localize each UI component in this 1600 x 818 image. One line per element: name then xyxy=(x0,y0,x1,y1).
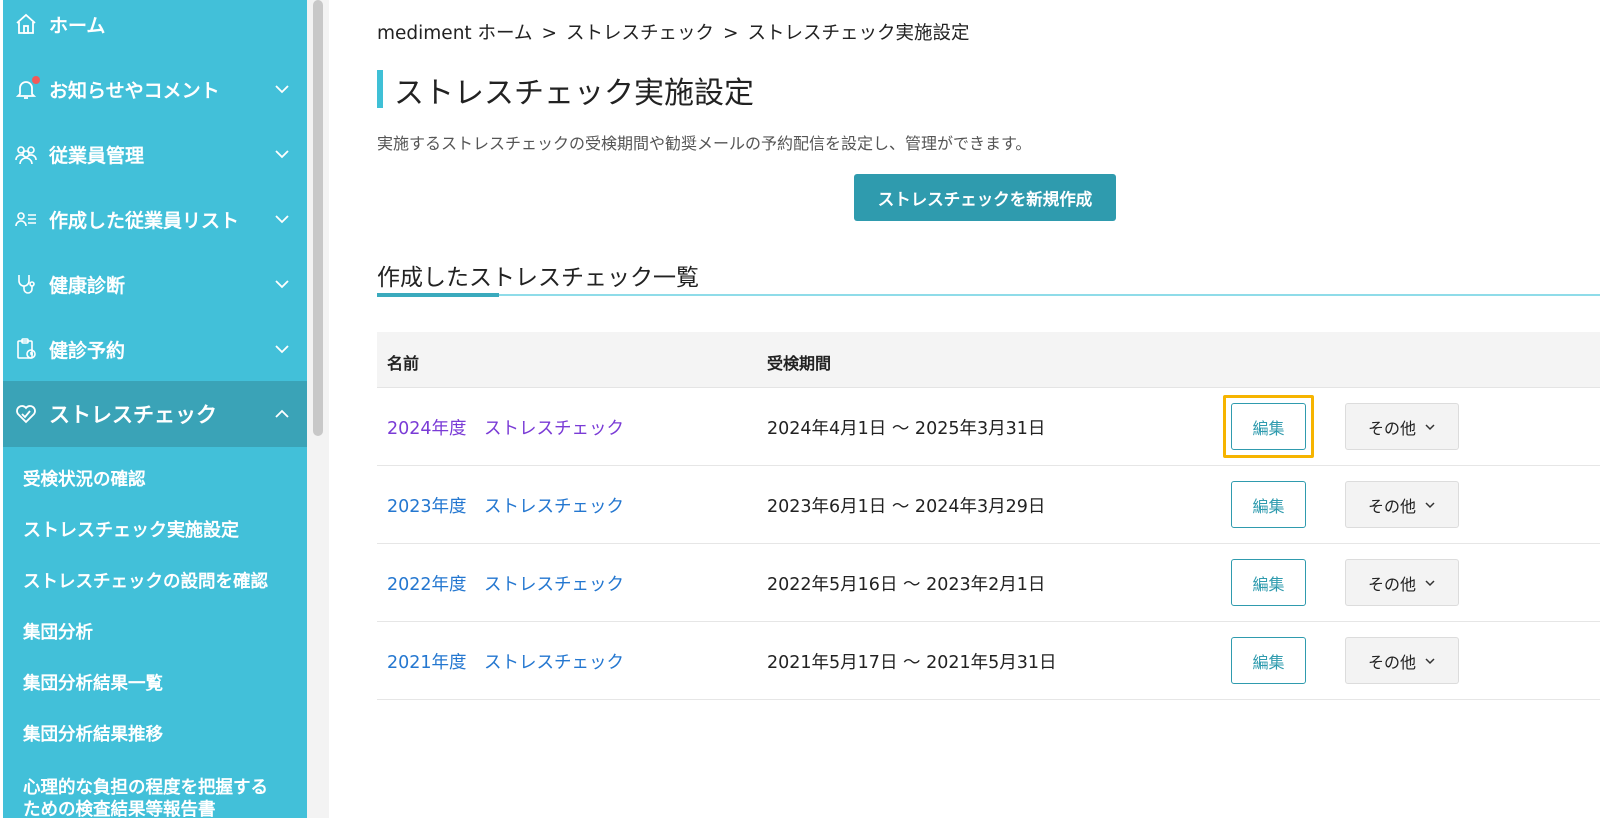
sidebar-item-home[interactable]: ホーム xyxy=(3,0,307,57)
exam-period: 2021年5月17日 〜 2021年5月31日 xyxy=(767,653,1057,673)
heart-icon xyxy=(13,401,39,427)
sub-item-group-analysis-results[interactable]: 集団分析結果一覧 xyxy=(23,673,163,695)
edit-button[interactable]: 編集 xyxy=(1231,559,1306,606)
sub-item-exam-status[interactable]: 受検状況の確認 xyxy=(23,469,146,491)
sub-item-report-line-1[interactable]: 心理的な負担の程度を把握する xyxy=(23,777,268,799)
more-dropdown-button[interactable]: その他 xyxy=(1345,481,1459,528)
sub-item-group-analysis[interactable]: 集団分析 xyxy=(23,622,93,644)
clipboard-icon xyxy=(13,336,39,362)
table-row: 2024年度 ストレスチェック 2024年4月1日 〜 2025年3月31日 編… xyxy=(377,388,1600,466)
sidebar-item-label: ホーム xyxy=(49,14,106,37)
sidebar-item-health-checkup[interactable]: 健康診断 xyxy=(3,251,307,317)
table-row: 2023年度 ストレスチェック 2023年6月1日 〜 2024年3月29日 編… xyxy=(377,466,1600,544)
notification-badge xyxy=(32,76,40,84)
sidebar-item-label: 作成した従業員リスト xyxy=(49,209,240,232)
column-header-name: 名前 xyxy=(387,354,420,373)
list-title: 作成したストレスチェック一覧 xyxy=(377,265,699,291)
sidebar-item-label: お知らせやコメント xyxy=(49,79,220,102)
sidebar-scrollbar-thumb[interactable] xyxy=(313,0,323,436)
more-dropdown-button[interactable]: その他 xyxy=(1345,559,1459,606)
more-dropdown-button[interactable]: その他 xyxy=(1345,637,1459,684)
breadcrumb-stress-check[interactable]: ストレスチェック xyxy=(566,23,714,44)
create-stress-check-button[interactable]: ストレスチェックを新規作成 xyxy=(854,174,1116,221)
list-title-underline-accent xyxy=(377,293,499,297)
edit-button[interactable]: 編集 xyxy=(1231,403,1306,450)
sidebar-item-employee-lists[interactable]: 作成した従業員リスト xyxy=(3,186,307,252)
chevron-down-icon xyxy=(1425,657,1435,664)
chevron-down-icon xyxy=(1425,501,1435,508)
edit-button[interactable]: 編集 xyxy=(1231,637,1306,684)
more-button-label: その他 xyxy=(1367,496,1416,516)
more-button-label: その他 xyxy=(1367,652,1416,672)
exam-period: 2023年6月1日 〜 2024年3月29日 xyxy=(767,497,1046,517)
list-title-underline xyxy=(377,294,1600,296)
breadcrumb-home[interactable]: mediment ホーム xyxy=(377,23,533,44)
stress-check-name-link[interactable]: 2023年度 ストレスチェック xyxy=(387,493,624,518)
sub-item-group-analysis-trend[interactable]: 集団分析結果推移 xyxy=(23,724,163,746)
chevron-down-icon xyxy=(275,85,289,94)
home-icon xyxy=(13,11,39,37)
stethoscope-icon xyxy=(13,271,39,297)
edit-button[interactable]: 編集 xyxy=(1231,481,1306,528)
sidebar-item-label: 健診予約 xyxy=(49,339,126,362)
more-button-label: その他 xyxy=(1367,574,1416,594)
table-header: 名前 受検期間 xyxy=(377,332,1600,388)
table-row: 2021年度 ストレスチェック 2021年5月17日 〜 2021年5月31日 … xyxy=(377,622,1600,700)
sidebar-item-label: 従業員管理 xyxy=(49,144,145,167)
more-dropdown-button[interactable]: その他 xyxy=(1345,403,1459,450)
breadcrumb-current: ストレスチェック実施設定 xyxy=(747,23,970,44)
chevron-down-icon xyxy=(275,345,289,354)
sidebar-item-label: 健康診断 xyxy=(49,274,126,297)
breadcrumb: mediment ホーム > ストレスチェック > ストレスチェック実施設定 xyxy=(377,19,970,45)
breadcrumb-separator: > xyxy=(723,23,739,44)
users-icon xyxy=(13,141,39,167)
sidebar-item-label: ストレスチェック xyxy=(49,403,217,427)
more-button-label: その他 xyxy=(1367,418,1416,438)
table-row: 2022年度 ストレスチェック 2022年5月16日 〜 2023年2月1日 編… xyxy=(377,544,1600,622)
chevron-down-icon xyxy=(275,150,289,159)
exam-period: 2022年5月16日 〜 2023年2月1日 xyxy=(767,575,1046,595)
chevron-down-icon xyxy=(275,280,289,289)
chevron-down-icon xyxy=(275,215,289,224)
bell-icon xyxy=(13,76,40,102)
sidebar: ホーム お知らせやコメント 従業員管理 作成した従業員リスト 健康診断 健診予約… xyxy=(3,0,307,818)
sidebar-item-stress-check[interactable]: ストレスチェック xyxy=(3,381,307,447)
page-title: ストレスチェック実施設定 xyxy=(394,76,754,111)
sub-item-check-questions[interactable]: ストレスチェックの設問を確認 xyxy=(23,571,268,593)
stress-check-name-link[interactable]: 2021年度 ストレスチェック xyxy=(387,649,624,674)
sidebar-item-notifications[interactable]: お知らせやコメント xyxy=(3,56,307,122)
title-accent-bar xyxy=(377,70,383,108)
chevron-down-icon xyxy=(1425,579,1435,586)
sidebar-item-employees[interactable]: 従業員管理 xyxy=(3,121,307,187)
sub-item-report-line-2[interactable]: ための検査結果等報告書 xyxy=(23,799,216,818)
chevron-down-icon xyxy=(1425,423,1435,430)
page-description: 実施するストレスチェックの受検期間や勧奨メールの予約配信を設定し、管理ができます… xyxy=(377,134,1032,153)
stress-check-name-link[interactable]: 2022年度 ストレスチェック xyxy=(387,571,624,596)
sub-item-stress-check-settings[interactable]: ストレスチェック実施設定 xyxy=(23,520,239,542)
user-list-icon xyxy=(13,206,39,232)
sidebar-item-checkup-reservation[interactable]: 健診予約 xyxy=(3,316,307,382)
column-header-period: 受検期間 xyxy=(767,354,832,373)
exam-period: 2024年4月1日 〜 2025年3月31日 xyxy=(767,419,1046,439)
chevron-up-icon xyxy=(275,409,289,418)
stress-check-name-link[interactable]: 2024年度 ストレスチェック xyxy=(387,415,624,440)
breadcrumb-separator: > xyxy=(541,23,558,44)
